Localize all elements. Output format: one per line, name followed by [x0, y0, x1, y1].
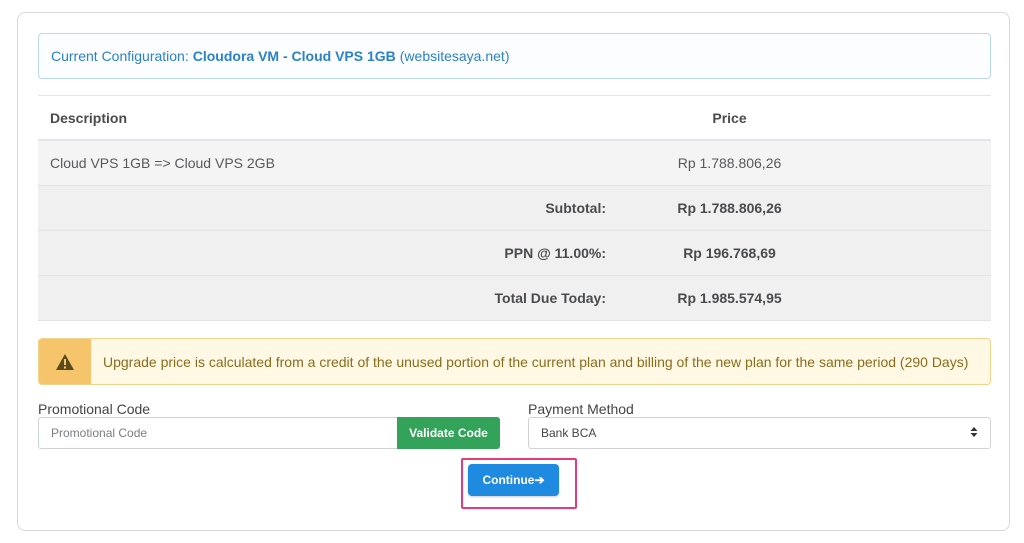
promo-code-label: Promotional Code [38, 401, 151, 417]
header-price: Price [712, 109, 747, 126]
config-product: Cloudora VM - Cloud VPS 1GB [192, 48, 396, 64]
header-description: Description [50, 109, 128, 126]
table-header: Description Price [38, 95, 991, 141]
subtotal-label: Subtotal: [545, 200, 606, 216]
tax-value: Rp 196.768,69 [683, 245, 776, 261]
select-sort-icon [970, 426, 978, 441]
tax-label: PPN @ 11.00%: [504, 245, 606, 261]
subtotal-row: Subtotal: Rp 1.788.806,26 [38, 186, 991, 231]
alert-text: Upgrade price is calculated from a credi… [103, 353, 969, 370]
order-summary-table: Description Price Cloud VPS 1GB => Cloud… [38, 95, 991, 321]
tax-row: PPN @ 11.00%: Rp 196.768,69 [38, 231, 991, 276]
total-row: Total Due Today: Rp 1.985.574,95 [38, 276, 991, 321]
current-configuration: Current Configuration: Cloudora VM - Clo… [38, 33, 991, 79]
item-price: Rp 1.788.806,26 [677, 155, 782, 171]
config-prefix: Current Configuration: [51, 48, 189, 64]
validate-code-button[interactable]: Validate Code [397, 417, 500, 449]
payment-method-value: Bank BCA [541, 426, 597, 440]
upgrade-card: Current Configuration: Cloudora VM - Clo… [17, 12, 1010, 531]
payment-method-label: Payment Method [528, 401, 634, 417]
item-description: Cloud VPS 1GB => Cloud VPS 2GB [50, 155, 275, 171]
table-row: Cloud VPS 1GB => Cloud VPS 2GB Rp 1.788.… [38, 141, 991, 186]
warning-icon [39, 339, 91, 384]
upgrade-info-alert: Upgrade price is calculated from a credi… [38, 338, 991, 385]
total-label: Total Due Today: [494, 290, 606, 306]
promo-code-input[interactable] [38, 417, 398, 449]
continue-button[interactable]: Continue➔ [468, 464, 559, 496]
continue-label: Continue [482, 473, 535, 487]
config-domain: (websitesaya.net) [399, 48, 510, 64]
total-value: Rp 1.985.574,95 [677, 290, 782, 306]
payment-method-select[interactable]: Bank BCA [528, 417, 991, 449]
arrow-right-icon: ➔ [534, 473, 545, 487]
subtotal-value: Rp 1.788.806,26 [677, 200, 782, 216]
